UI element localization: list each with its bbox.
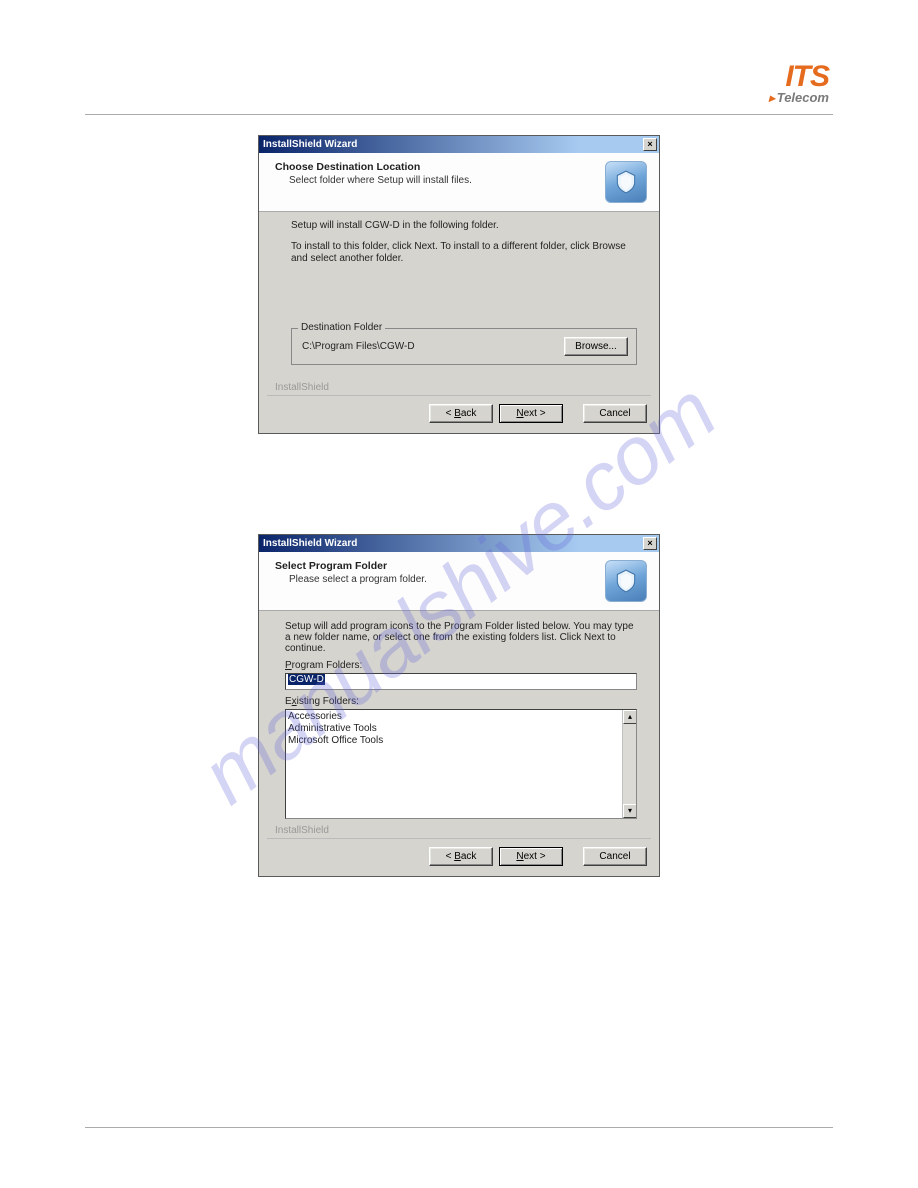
program-folders-label: Program Folders: (285, 660, 637, 671)
group-legend: Destination Folder (298, 322, 385, 333)
logo: ITS ▸Telecom (769, 60, 829, 105)
page-header: ITS ▸Telecom (85, 60, 833, 115)
cancel-button[interactable]: Cancel (583, 404, 647, 423)
next-button[interactable]: Next > (499, 847, 563, 866)
dialog-body: Setup will install CGW-D in the followin… (259, 212, 659, 380)
logo-arrow-icon: ▸ (769, 91, 775, 105)
dialog-footer: < Back Next > Cancel (259, 396, 659, 433)
dialog-footer: < Back Next > Cancel (259, 839, 659, 876)
dialog-choose-destination: InstallShield Wizard × Choose Destinatio… (258, 135, 660, 434)
logo-sub: ▸Telecom (769, 90, 829, 105)
installshield-label: InstallShield (267, 823, 651, 839)
list-item[interactable]: Microsoft Office Tools (288, 735, 634, 747)
dialog-title: Choose Destination Location (275, 161, 597, 173)
list-item[interactable]: Accessories (288, 711, 634, 723)
dialog-subtitle: Select folder where Setup will install f… (289, 175, 597, 186)
dialog-body: Setup will add program icons to the Prog… (259, 611, 659, 823)
close-icon[interactable]: × (643, 537, 657, 550)
existing-folders-list[interactable]: Accessories Administrative Tools Microso… (285, 709, 637, 819)
body-text-2: To install to this folder, click Next. T… (291, 241, 637, 266)
dialog-title: Select Program Folder (275, 560, 597, 572)
installer-icon (605, 560, 647, 602)
next-button[interactable]: Next > (499, 404, 563, 423)
dialog-select-program-folder: InstallShield Wizard × Select Program Fo… (258, 534, 660, 877)
titlebar: InstallShield Wizard × (259, 136, 659, 153)
program-folder-input[interactable]: CGW-D (285, 673, 637, 690)
installer-icon (605, 161, 647, 203)
scroll-down-icon[interactable]: ▾ (623, 804, 637, 818)
back-button[interactable]: < Back (429, 404, 493, 423)
dialog-header: Select Program Folder Please select a pr… (259, 552, 659, 611)
list-item[interactable]: Administrative Tools (288, 723, 634, 735)
scroll-up-icon[interactable]: ▴ (623, 710, 637, 724)
installshield-label: InstallShield (267, 380, 651, 396)
body-text-1: Setup will install CGW-D in the followin… (291, 220, 637, 233)
logo-brand: ITS (785, 60, 829, 93)
footer-rule (85, 1127, 833, 1128)
close-icon[interactable]: × (643, 138, 657, 151)
titlebar: InstallShield Wizard × (259, 535, 659, 552)
titlebar-text: InstallShield Wizard (263, 139, 357, 150)
titlebar-text: InstallShield Wizard (263, 538, 357, 549)
destination-folder-group: Destination Folder C:\Program Files\CGW-… (291, 328, 637, 365)
body-text: Setup will add program icons to the Prog… (285, 621, 637, 654)
existing-folders-label: Existing Folders: (285, 696, 637, 707)
scrollbar[interactable]: ▴ ▾ (622, 710, 636, 818)
destination-path: C:\Program Files\CGW-D (302, 341, 415, 352)
back-button[interactable]: < Back (429, 847, 493, 866)
dialog-subtitle: Please select a program folder. (289, 574, 597, 585)
browse-button[interactable]: Browse... (564, 337, 628, 356)
cancel-button[interactable]: Cancel (583, 847, 647, 866)
dialog-header: Choose Destination Location Select folde… (259, 153, 659, 212)
